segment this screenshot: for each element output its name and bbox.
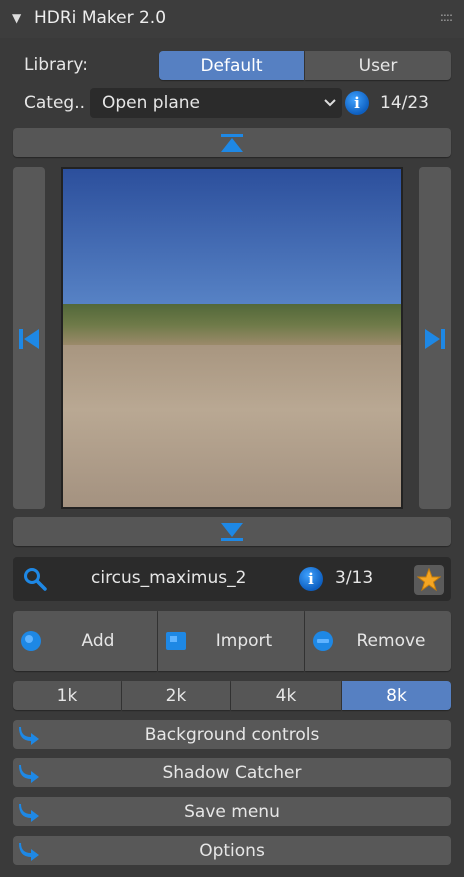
hdri-preview-image[interactable] — [61, 167, 403, 509]
background-controls-label: Background controls — [144, 724, 320, 745]
skip-previous-icon — [19, 329, 39, 349]
options-button[interactable]: Options — [13, 836, 451, 865]
library-label: Library: — [24, 55, 88, 75]
expand-arrow-icon — [19, 727, 39, 745]
add-icon — [21, 631, 41, 651]
resolution-2k-button[interactable]: 2k — [122, 681, 230, 710]
panel-title: HDRi Maker 2.0 — [34, 8, 167, 28]
import-button-label: Import — [215, 631, 273, 651]
collapse-triangle-icon[interactable]: ▼ — [12, 11, 21, 25]
previous-button[interactable] — [13, 167, 45, 509]
import-button[interactable]: Import — [158, 611, 304, 671]
library-user-button[interactable]: User — [305, 51, 451, 80]
expand-arrow-icon — [19, 765, 39, 783]
category-dropdown[interactable]: Open plane — [90, 88, 342, 118]
save-menu-button[interactable]: Save menu — [13, 797, 451, 826]
category-counter: 14/23 — [380, 93, 429, 113]
previous-up-button[interactable] — [13, 128, 451, 157]
add-button-label: Add — [81, 631, 115, 651]
save-menu-label: Save menu — [184, 801, 280, 822]
preview-ground — [63, 344, 401, 507]
hdri-counter: 3/13 — [335, 568, 374, 588]
expand-arrow-icon — [19, 843, 39, 861]
options-label: Options — [199, 840, 265, 861]
panel-header[interactable]: ▼ HDRi Maker 2.0 :::: — [0, 0, 464, 38]
remove-button-label: Remove — [356, 631, 426, 651]
preview-treeline — [63, 304, 401, 345]
next-button[interactable] — [419, 167, 451, 509]
next-down-button[interactable] — [13, 517, 451, 546]
category-label: Categ.. — [24, 93, 86, 113]
favorite-button[interactable] — [414, 565, 444, 595]
hdri-info-icon[interactable]: i — [299, 567, 323, 591]
hdri-name-bar: circus_maximus_2 i 3/13 — [13, 557, 451, 601]
drag-grip-icon[interactable]: :::: — [440, 10, 453, 24]
import-icon — [166, 632, 186, 650]
skip-next-icon — [425, 329, 445, 349]
chevron-down-icon — [324, 99, 336, 107]
shadow-catcher-label: Shadow Catcher — [162, 762, 302, 783]
hdri-name: circus_maximus_2 — [91, 568, 247, 588]
arrow-up-bar-icon — [221, 133, 243, 152]
arrow-down-bar-icon — [221, 522, 243, 541]
resolution-1k-button[interactable]: 1k — [13, 681, 121, 710]
expand-arrow-icon — [19, 804, 39, 822]
category-selected-value: Open plane — [102, 93, 200, 113]
remove-icon — [313, 631, 333, 651]
add-button[interactable]: Add — [13, 611, 157, 671]
category-info-icon[interactable]: i — [345, 91, 369, 115]
library-default-button[interactable]: Default — [159, 51, 304, 80]
remove-button[interactable]: Remove — [305, 611, 451, 671]
star-icon — [417, 568, 441, 592]
resolution-4k-button[interactable]: 4k — [231, 681, 341, 710]
background-controls-button[interactable]: Background controls — [13, 720, 451, 749]
resolution-8k-button[interactable]: 8k — [342, 681, 451, 710]
search-icon[interactable] — [23, 567, 47, 591]
shadow-catcher-button[interactable]: Shadow Catcher — [13, 758, 451, 787]
